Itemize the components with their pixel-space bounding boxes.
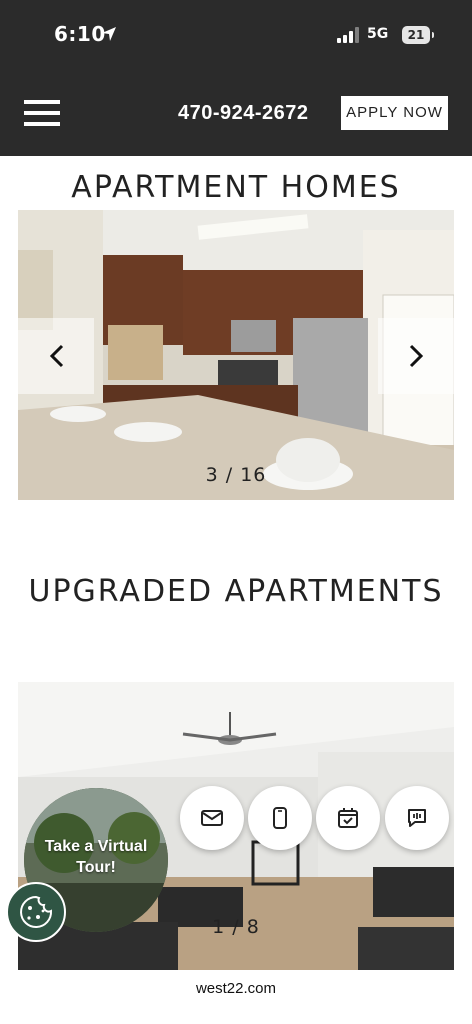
schedule-tour-button[interactable] bbox=[316, 786, 380, 850]
browser-url-bar[interactable]: west22.com bbox=[172, 970, 300, 1008]
email-button[interactable] bbox=[180, 786, 244, 850]
phone-icon bbox=[273, 807, 287, 829]
section-title-apartment-homes: APARTMENT HOMES bbox=[71, 170, 401, 205]
chevron-left-icon bbox=[49, 344, 64, 368]
carousel-prev-button[interactable] bbox=[18, 318, 94, 394]
status-bar: 6:10 5G 21 bbox=[0, 0, 472, 72]
mail-icon bbox=[201, 810, 223, 826]
cookie-settings-button[interactable] bbox=[6, 882, 66, 942]
signal-icon bbox=[337, 27, 359, 43]
apply-now-button[interactable]: APPLY NOW bbox=[341, 96, 448, 130]
status-time: 6:10 bbox=[54, 22, 106, 46]
slide-counter: 3 / 16 bbox=[205, 464, 267, 486]
section-title-upgraded-apartments: UPGRADED APARTMENTS bbox=[28, 574, 444, 609]
battery-icon: 21 bbox=[402, 26, 434, 44]
location-arrow-icon bbox=[102, 27, 116, 41]
site-header: 470-924-2672 APPLY NOW bbox=[0, 72, 472, 156]
chat-button[interactable] bbox=[385, 786, 449, 850]
apartment-homes-carousel[interactable]: 3 / 16 bbox=[18, 210, 454, 500]
calendar-check-icon bbox=[338, 808, 358, 828]
chevron-right-icon bbox=[409, 344, 424, 368]
phone-link[interactable]: 470-924-2672 bbox=[178, 102, 309, 125]
virtual-tour-label: Take a Virtual Tour! bbox=[44, 838, 148, 876]
call-button[interactable] bbox=[248, 786, 312, 850]
hamburger-menu-icon[interactable] bbox=[24, 100, 60, 126]
network-label: 5G bbox=[367, 26, 389, 42]
chat-icon bbox=[408, 809, 426, 827]
cookie-icon bbox=[20, 895, 53, 928]
carousel-next-button[interactable] bbox=[378, 318, 454, 394]
